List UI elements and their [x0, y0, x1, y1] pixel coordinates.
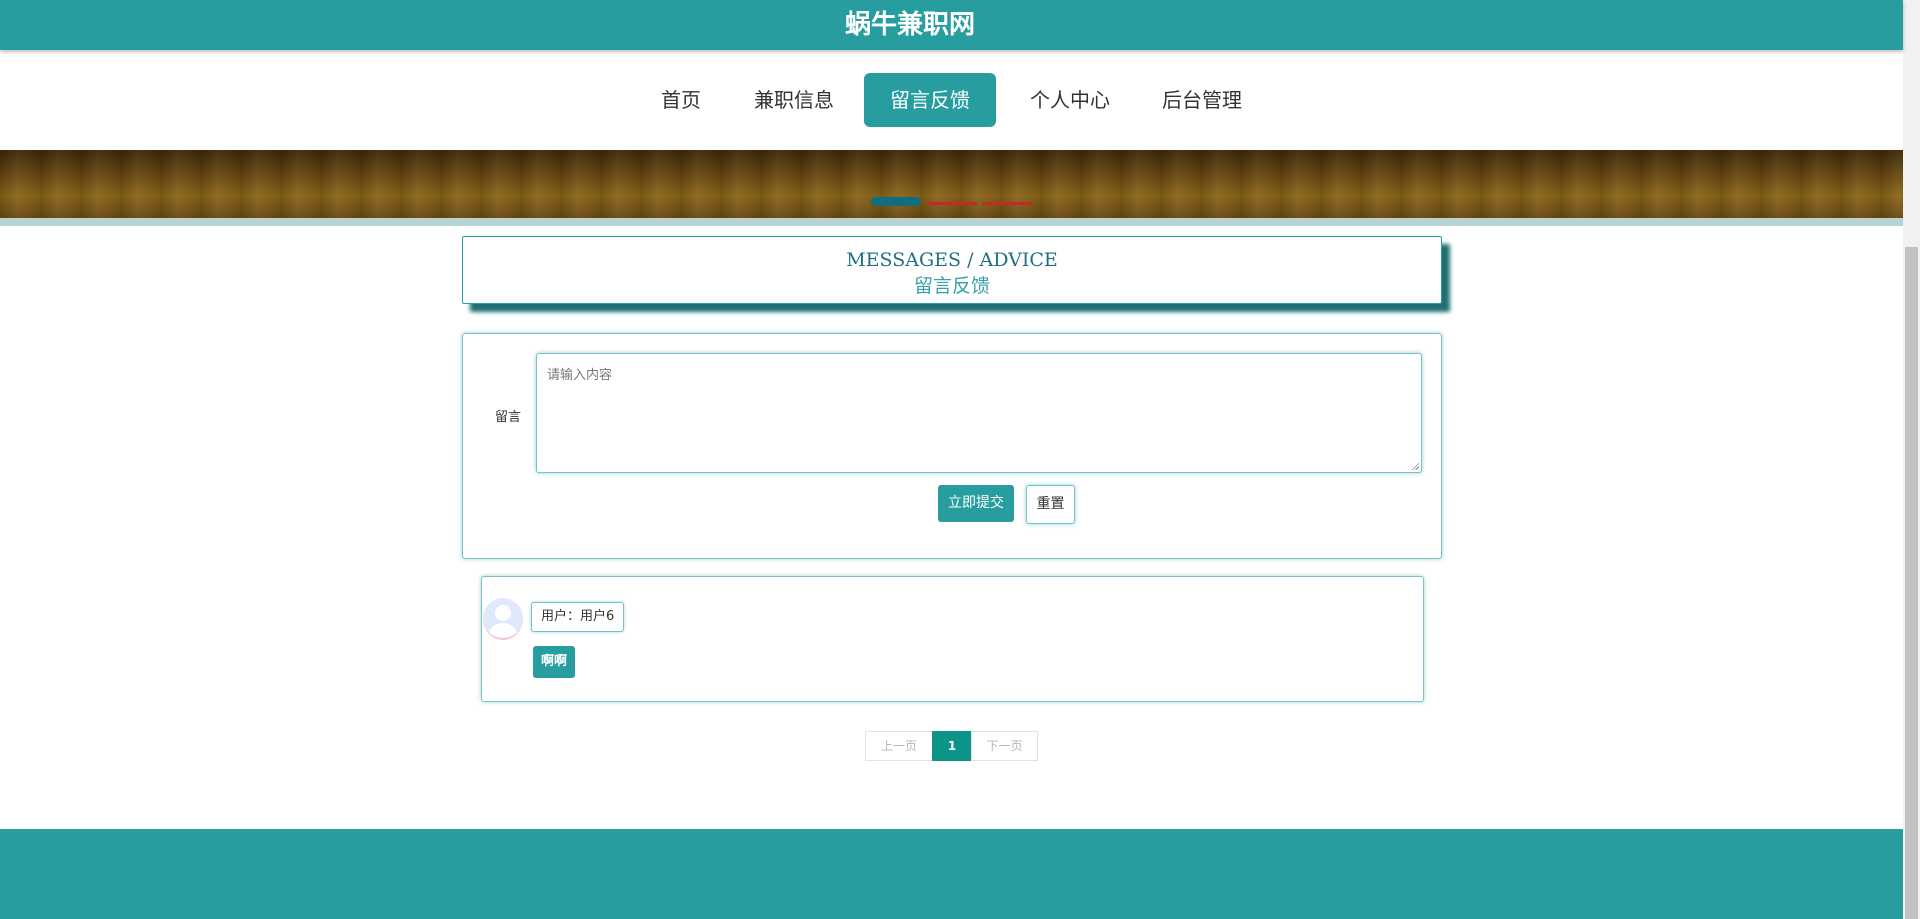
section-title-cn: 留言反馈 — [913, 275, 990, 297]
nav-item-user-center[interactable]: 个人中心 — [1018, 73, 1122, 127]
message-form: 留言 请输入内容 立即提交 重置 — [462, 333, 1442, 559]
pagination-prev[interactable]: 上一页 — [865, 731, 933, 761]
nav-item-jobs[interactable]: 兼职信息 — [744, 73, 844, 127]
footer — [0, 829, 1903, 919]
resize-grip-icon[interactable] — [1411, 462, 1419, 470]
message-placeholder: 请输入内容 — [547, 368, 613, 383]
message-content: 啊啊 — [533, 646, 576, 678]
scrollbar-thumb[interactable] — [1905, 247, 1918, 919]
nav-item-feedback[interactable]: 留言反馈 — [864, 73, 996, 127]
section-title-box: MESSAGES / ADVICE 留言反馈 — [462, 236, 1442, 304]
message-item: 用户：用户6 啊啊 — [481, 576, 1424, 702]
message-label: 留言 — [495, 410, 522, 425]
main-nav: 首页 兼职信息 留言反馈 个人中心 后台管理 — [0, 50, 1903, 150]
section-title-en: MESSAGES / ADVICE — [846, 249, 1058, 271]
carousel-indicator-2[interactable] — [927, 202, 977, 205]
pagination-next[interactable]: 下一页 — [971, 731, 1038, 761]
message-user: 用户：用户6 — [531, 602, 625, 632]
nav-item-admin[interactable]: 后台管理 — [1150, 73, 1254, 127]
top-header-bar: 蜗牛兼职网 — [0, 0, 1903, 50]
carousel-indicator-3[interactable] — [983, 202, 1033, 205]
submit-button[interactable]: 立即提交 — [938, 485, 1014, 522]
reset-button[interactable]: 重置 — [1026, 485, 1075, 524]
carousel-indicator-1[interactable] — [871, 197, 921, 206]
pagination-page-1[interactable]: 1 — [932, 731, 972, 761]
nav-item-home[interactable]: 首页 — [650, 73, 712, 127]
user-avatar-icon — [483, 598, 523, 640]
site-title: 蜗牛兼职网 — [844, 10, 975, 40]
banner-carousel — [0, 150, 1903, 226]
vertical-scrollbar[interactable] — [1903, 0, 1920, 919]
message-textarea[interactable]: 请输入内容 — [536, 353, 1422, 473]
